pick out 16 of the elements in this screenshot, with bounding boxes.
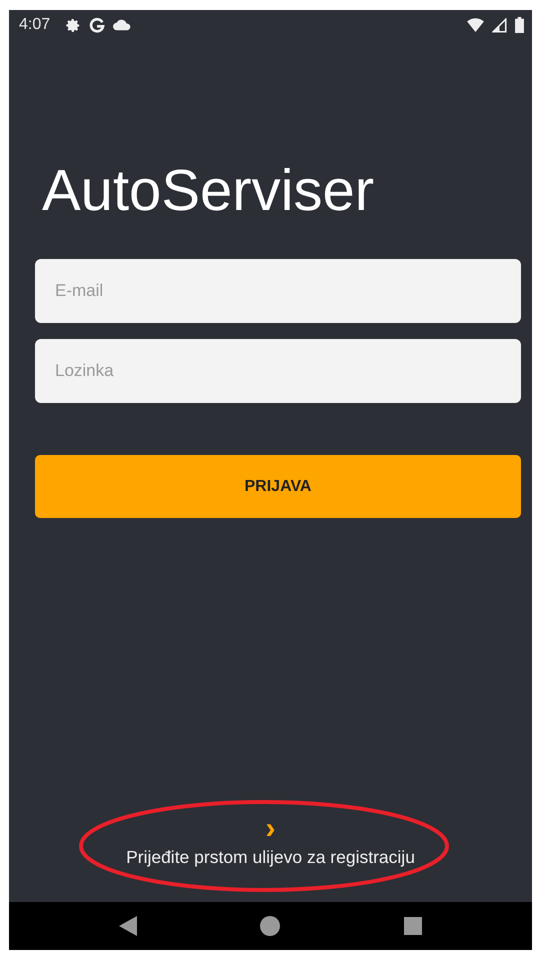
cloud-icon xyxy=(113,19,132,31)
wifi-icon xyxy=(467,18,484,32)
back-icon[interactable] xyxy=(118,916,137,936)
swipe-arrow: › xyxy=(266,814,276,844)
battery-icon xyxy=(515,17,524,33)
app-title: AutoServiser xyxy=(42,162,376,220)
swipe-hint: Prijeđite prstom ulijevo za registraciju xyxy=(126,846,415,869)
g-logo-icon xyxy=(89,17,106,33)
settings-icon xyxy=(66,18,82,32)
status-time: 4:07 xyxy=(19,15,50,35)
home-icon[interactable] xyxy=(260,916,280,936)
input-field[interactable]: E-mail xyxy=(35,259,521,323)
input-field[interactable]: Lozinka xyxy=(35,339,521,403)
signal-icon xyxy=(492,18,507,32)
login-button[interactable]: PRIJAVA xyxy=(35,455,521,518)
recents-icon[interactable] xyxy=(404,917,422,935)
